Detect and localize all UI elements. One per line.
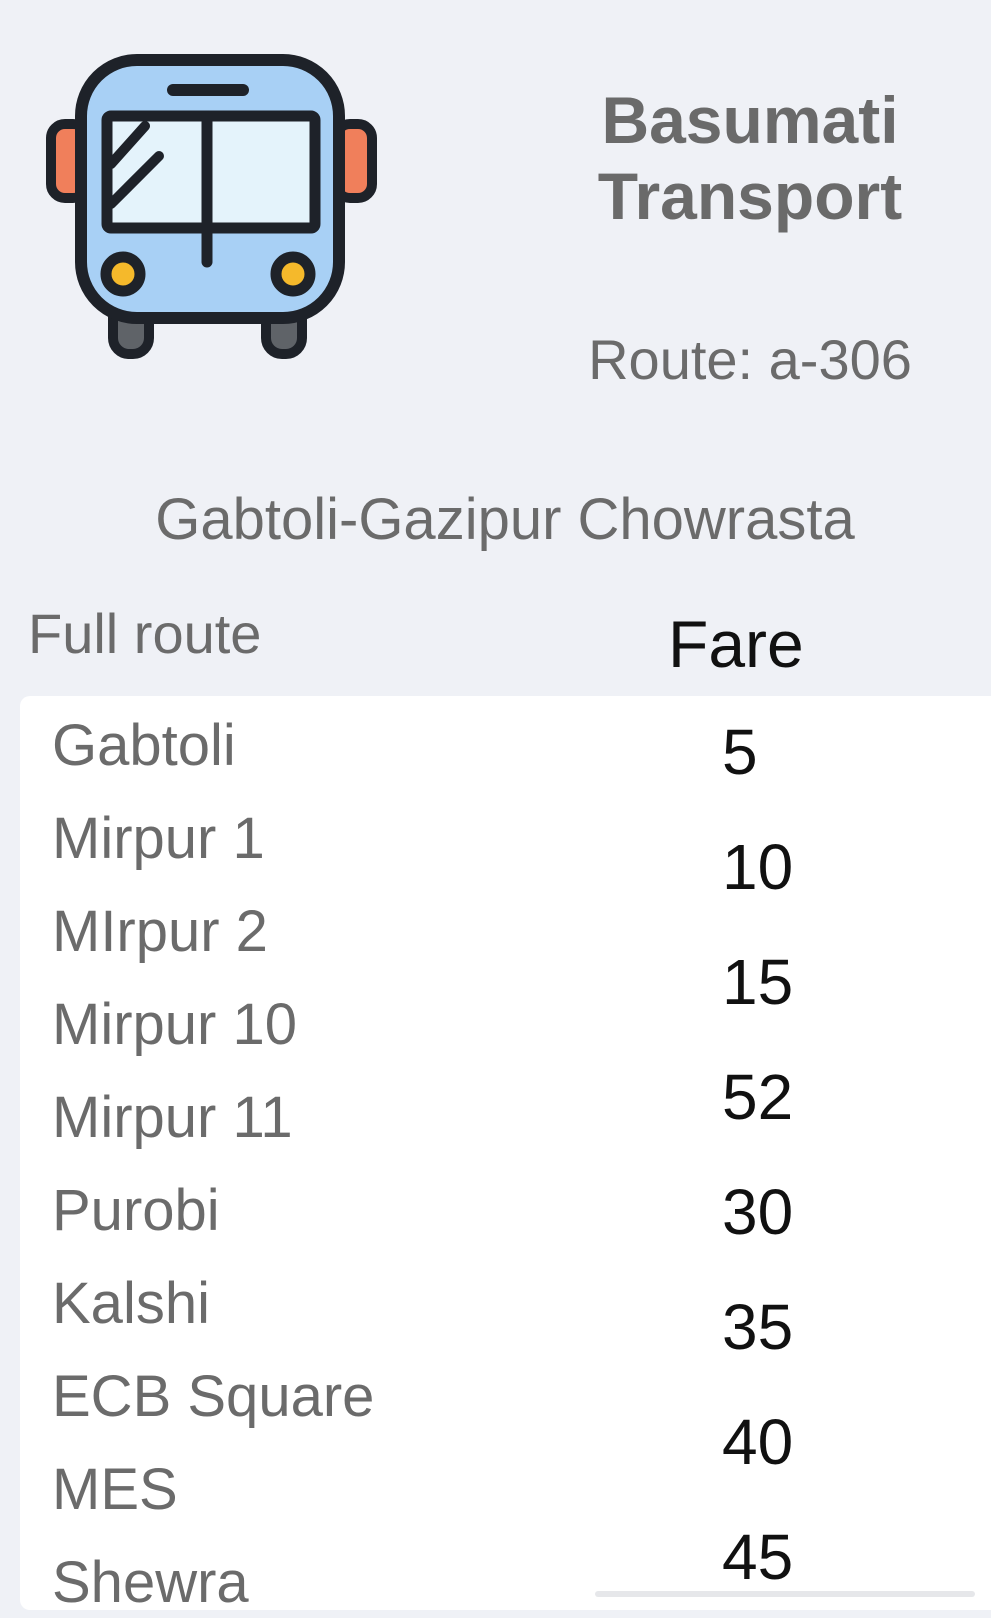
stop-item: Gabtoli — [52, 713, 236, 778]
stop-item: Kalshi — [52, 1271, 210, 1336]
stop-item: MIrpur 2 — [52, 899, 268, 964]
fare-item: 15 — [722, 946, 794, 1018]
fare-item: 10 — [722, 831, 794, 903]
route-name: Gabtoli-Gazipur Chowrasta — [155, 487, 855, 552]
company-name-line2: Transport — [597, 159, 903, 233]
fare-item: 30 — [722, 1176, 794, 1248]
stop-item: MES — [52, 1457, 178, 1522]
route-fare-table[interactable]: Gabtoli Mirpur 1 MIrpur 2 Mirpur 10 Mirp… — [20, 696, 991, 1610]
route-id: Route: a-306 — [588, 328, 912, 391]
company-name-line1: Basumati — [601, 83, 899, 157]
fare-list: 5 10 15 52 30 35 40 45 — [722, 714, 793, 1610]
fare-item: 40 — [722, 1406, 794, 1478]
fare-item: 35 — [722, 1291, 794, 1363]
stop-item: Mirpur 10 — [52, 992, 297, 1057]
stop-item: Mirpur 1 — [52, 806, 265, 871]
bus-icon — [46, 54, 377, 359]
stop-item: Purobi — [52, 1178, 220, 1243]
stop-item: Mirpur 11 — [52, 1085, 293, 1150]
stop-list: Gabtoli Mirpur 1 MIrpur 2 Mirpur 10 Mirp… — [52, 708, 374, 1610]
fare-item: 52 — [722, 1061, 794, 1133]
scroll-indicator[interactable] — [595, 1591, 975, 1597]
full-route-header: Full route — [28, 602, 262, 665]
fare-header: Fare — [668, 607, 804, 681]
right-headlight — [270, 251, 316, 297]
fare-item: 5 — [722, 716, 758, 788]
stop-item: ECB Square — [52, 1364, 375, 1429]
stop-item: Shewra — [52, 1550, 249, 1610]
company-name: Basumati Transport — [560, 82, 940, 234]
left-headlight — [100, 251, 146, 297]
